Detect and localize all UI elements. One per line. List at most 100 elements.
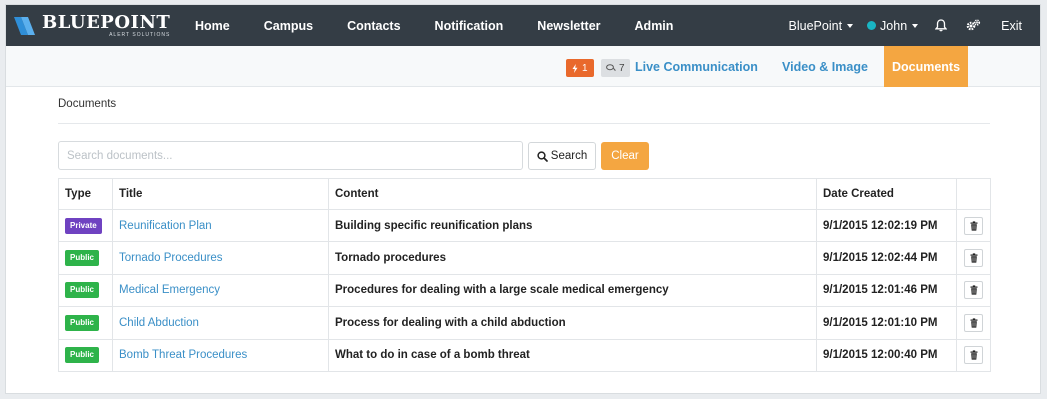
delete-button[interactable] [964,249,983,268]
actions-cell [956,306,991,340]
type-cell: Public [58,306,113,340]
actions-cell [956,241,991,275]
notifications-button[interactable] [925,19,957,32]
header-title: Title [112,178,329,210]
brand-tagline: ALERT SOLUTIONS [109,31,171,38]
document-title-link[interactable]: Medical Emergency [119,284,220,296]
document-title-link[interactable]: Child Abduction [119,317,199,329]
type-cell: Public [58,338,113,372]
org-dropdown-label: BluePoint [788,18,843,33]
header-type: Type [58,178,113,210]
page-title: Documents [58,98,117,110]
search-input[interactable] [58,141,523,170]
trash-icon [970,318,977,328]
bell-icon [935,19,948,32]
brand-logo[interactable]: BLUEPOINT ALERT SOLUTIONS [6,11,178,38]
date-created-cell: 9/1/2015 12:01:10 PM [816,306,957,340]
brand-name: BLUEPOINT [42,11,171,33]
message-count-badge[interactable]: 7 [601,59,630,77]
title-cell: Tornado Procedures [112,241,329,275]
user-dropdown-label: John [880,18,908,33]
search-button[interactable]: Search [528,142,596,170]
user-dropdown[interactable]: John [860,19,925,33]
search-button-label: Search [550,150,588,162]
search-icon [537,150,548,162]
date-created-cell: 9/1/2015 12:02:44 PM [816,241,957,275]
app-window: BLUEPOINT ALERT SOLUTIONS Home Campus Co… [5,4,1041,394]
table-row: Private Reunification Plan Building spec… [58,208,991,243]
tab-video-image[interactable]: Video & Image [782,46,868,87]
document-title-link[interactable]: Bomb Threat Procedures [119,349,247,361]
divider [58,123,990,124]
lightning-icon [572,63,578,73]
trash-icon [970,221,977,231]
content-cell: Building specific reunification plans [328,208,817,243]
bluepoint-logo-icon [14,16,35,35]
date-created-cell: 9/1/2015 12:01:46 PM [816,273,957,308]
document-title-link[interactable]: Reunification Plan [119,220,212,232]
actions-cell [956,273,991,308]
date-created-cell: 9/1/2015 12:02:19 PM [816,208,957,243]
table-row: Public Tornado Procedures Tornado proced… [58,241,991,275]
table-body: Private Reunification Plan Building spec… [58,208,991,372]
type-badge: Public [65,282,100,299]
date-created-cell: 9/1/2015 12:00:40 PM [816,338,957,372]
actions-cell [956,338,991,372]
type-cell: Public [58,241,113,275]
content-subnav: 1 7 Live Communication Video & Image Doc… [6,46,1040,87]
table-row: Public Medical Emergency Procedures for … [58,273,991,308]
content-cell: What to do in case of a bomb threat [328,338,817,372]
table-row: Public Bomb Threat Procedures What to do… [58,338,991,372]
trash-icon [970,285,977,296]
chevron-down-icon [912,23,919,28]
nav-campus[interactable]: Campus [247,5,330,46]
header-actions [956,178,991,210]
alert-count: 1 [582,62,588,74]
tab-documents[interactable]: Documents [884,46,968,87]
nav-right-group: BluePoint John Exit [782,5,1040,46]
chevron-down-icon [847,23,854,28]
document-title-link[interactable]: Tornado Procedures [119,252,223,264]
table-row: Public Child Abduction Process for deali… [58,306,991,340]
actions-cell [956,208,991,243]
org-dropdown[interactable]: BluePoint [782,19,861,33]
type-badge: Public [65,347,100,364]
header-date-created: Date Created [816,178,957,210]
tab-live-communication[interactable]: Live Communication [635,46,758,87]
delete-button[interactable] [964,216,983,235]
nav-newsletter[interactable]: Newsletter [520,5,617,46]
type-cell: Private [58,208,113,243]
title-cell: Medical Emergency [112,273,329,308]
type-badge: Public [65,250,100,267]
content-cell: Tornado procedures [328,241,817,275]
delete-button[interactable] [964,346,983,365]
title-cell: Child Abduction [112,306,329,340]
delete-button[interactable] [964,313,983,332]
title-cell: Reunification Plan [112,208,329,243]
nav-notification[interactable]: Notification [418,5,521,46]
nav-contacts[interactable]: Contacts [330,5,417,46]
header-content: Content [328,178,817,210]
type-badge: Public [65,314,100,331]
trash-icon [970,350,977,360]
table-header-row: Type Title Content Date Created [58,178,991,210]
comments-icon [606,64,616,71]
exit-link[interactable]: Exit [989,19,1040,33]
nav-home[interactable]: Home [178,5,247,46]
documents-table: Type Title Content Date Created Private … [58,178,991,372]
delete-button[interactable] [964,281,983,300]
content-cell: Procedures for dealing with a large scal… [328,273,817,308]
trash-icon [970,253,977,263]
type-cell: Public [58,273,113,308]
alert-count-badge[interactable]: 1 [566,59,594,77]
main-nav: Home Campus Contacts Notification Newsle… [178,5,690,46]
top-navbar: BLUEPOINT ALERT SOLUTIONS Home Campus Co… [6,5,1040,46]
gears-icon [966,19,980,31]
settings-button[interactable] [957,19,989,32]
title-cell: Bomb Threat Procedures [112,338,329,372]
clear-button[interactable]: Clear [601,142,649,170]
online-status-icon [867,21,877,30]
message-count: 7 [619,62,625,74]
type-badge: Private [65,217,102,234]
nav-admin[interactable]: Admin [618,5,691,46]
